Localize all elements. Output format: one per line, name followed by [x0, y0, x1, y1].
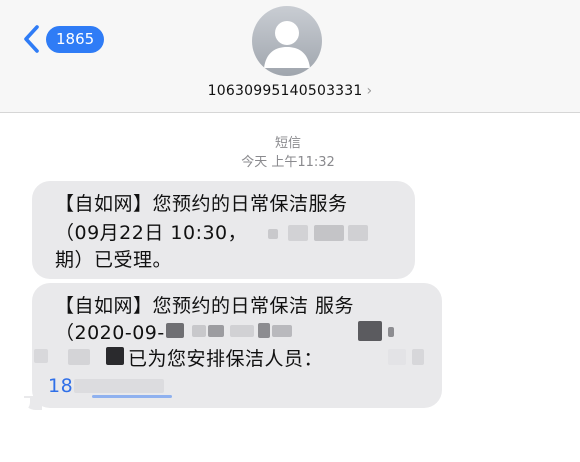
contact-number: 10630995140503331 — [207, 83, 363, 99]
redacted-mark — [388, 327, 394, 337]
contact-info-button[interactable]: 10630995140503331 › — [0, 83, 580, 99]
redacted-mark — [412, 349, 424, 365]
redacted-mark — [358, 321, 382, 341]
avatar[interactable] — [252, 6, 322, 76]
redacted-mark — [192, 325, 206, 337]
redacted-mark — [272, 325, 292, 337]
conversation-header: 1865 10630995140503331 › — [0, 0, 580, 113]
redacted-mark — [348, 225, 368, 241]
unread-count-badge: 1865 — [46, 25, 105, 53]
phone-number-link[interactable]: 18 — [48, 372, 73, 401]
chevron-left-icon — [24, 25, 39, 53]
redacted-mark — [388, 349, 406, 365]
redacted-mark — [288, 225, 308, 241]
redacted-mark — [34, 349, 48, 363]
redacted-mark — [68, 349, 90, 365]
back-button[interactable]: 1865 — [22, 24, 105, 54]
redacted-mark — [208, 325, 224, 337]
redacted-mark — [258, 323, 270, 338]
message-line: 【自如网】您预约的日常保洁 服务 — [55, 295, 355, 317]
message-bubble[interactable]: 【自如网】您预约的日常保洁 服务 （2020-09- 已为您安排保洁人员： 18 — [32, 283, 442, 408]
message-line: 【自如网】您预约的日常保洁服务 — [55, 193, 348, 215]
message-line: 已为您安排保洁人员： — [128, 348, 324, 370]
message-line: 期）已受理。 — [55, 249, 173, 271]
bubble-tail-mask — [18, 398, 30, 412]
redacted-mark — [106, 347, 124, 365]
message-timestamp: 今天 上午11:32 — [241, 155, 335, 170]
chevron-right-icon: › — [366, 83, 373, 99]
redacted-mark — [268, 229, 278, 239]
message-line: （09月22日 10:30， — [55, 222, 248, 244]
message-bubble[interactable]: 【自如网】您预约的日常保洁服务 （09月22日 10:30， 期）已受理。 — [32, 181, 415, 279]
person-avatar-icon — [264, 21, 310, 68]
message-line: （2020-09- — [55, 322, 165, 344]
redacted-mark — [314, 225, 344, 241]
redacted-mark — [92, 395, 172, 398]
redacted-mark — [74, 379, 164, 393]
redacted-mark — [166, 323, 184, 338]
service-label: 短信 — [274, 136, 301, 151]
redacted-mark — [230, 325, 254, 337]
